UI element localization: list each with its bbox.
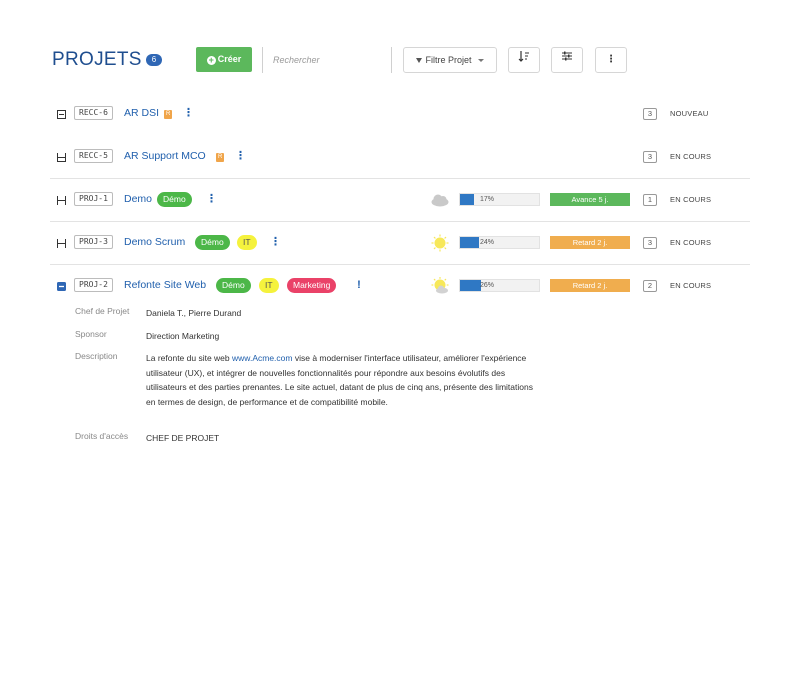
schedule-badge: Retard 2 j. <box>550 279 630 292</box>
status-label: EN COURS <box>670 195 712 204</box>
project-name[interactable]: AR Support MCO <box>124 149 206 164</box>
detail-row-access: Droits d'accès CHEF DE PROJET <box>75 431 545 447</box>
tree-branch-icon[interactable] <box>57 196 66 205</box>
detail-value: La refonte du site web www.Acme.com vise… <box>146 351 536 431</box>
minus-square-icon[interactable] <box>57 282 66 291</box>
project-name[interactable]: AR DSI <box>124 106 159 121</box>
collapse-square-icon[interactable] <box>57 110 66 119</box>
project-row[interactable]: PROJ-3 Demo Scrum Démo IT ⋮ 24% Retard 2… <box>50 221 750 263</box>
project-tag: Démo <box>157 192 192 207</box>
project-name[interactable]: Refonte Site Web <box>124 278 206 293</box>
project-tag: Démo <box>216 278 251 293</box>
count-box: 3 <box>643 151 657 163</box>
status-label: EN COURS <box>670 238 712 247</box>
page-title: PROJETS <box>52 49 142 70</box>
settings-button[interactable] <box>551 47 583 73</box>
progress-fill <box>460 280 481 291</box>
detail-label: Sponsor <box>75 329 107 339</box>
progress-percent: 17% <box>480 196 495 203</box>
project-row-expanded[interactable]: PROJ-2 Refonte Site Web Démo IT Marketin… <box>50 264 750 306</box>
progress-fill <box>460 194 474 205</box>
schedule-badge: Avance 5 j. <box>550 193 630 206</box>
filter-icon <box>415 58 422 63</box>
project-tag: Démo <box>195 235 230 250</box>
project-code: PROJ-2 <box>74 278 113 292</box>
sort-icon <box>518 51 529 62</box>
project-count-badge: 6 <box>146 54 162 66</box>
project-filter-dropdown[interactable]: Filtre Projet <box>403 47 497 73</box>
detail-row-description: Description La refonte du site web www.A… <box>75 351 545 431</box>
progress-bar: 24% <box>459 236 540 249</box>
tree-open-icon[interactable] <box>57 153 66 162</box>
count-box: 3 <box>643 237 657 249</box>
cloud-icon <box>431 194 449 207</box>
project-row[interactable]: RECC-6 AR DSI R ⋮ 3 NOUVEAU <box>50 93 750 135</box>
row-menu-icon[interactable]: ⋮ <box>183 105 194 121</box>
count-box: 1 <box>643 194 657 206</box>
project-code: RECC-6 <box>74 106 113 120</box>
page-header: PROJETS 6 +Créer Filtre Projet ⋮ <box>52 46 752 74</box>
row-menu-icon[interactable]: ⋮ <box>206 191 217 207</box>
detail-value: CHEF DE PROJET <box>146 433 220 443</box>
create-button[interactable]: + Créer <box>196 47 252 72</box>
alert-icon[interactable]: ! <box>355 277 363 293</box>
project-code: PROJ-1 <box>74 192 113 206</box>
progress-percent: 26% <box>480 282 495 289</box>
project-tag: Marketing <box>287 278 337 293</box>
kebab-icon: ⋮ <box>606 54 616 65</box>
detail-row-sponsor: Sponsor Direction Marketing <box>75 329 545 351</box>
detail-label: Droits d'accès <box>75 431 129 441</box>
more-options-button[interactable]: ⋮ <box>595 47 627 73</box>
detail-value: Daniela T., Pierre Durand <box>146 308 242 318</box>
caret-down-icon <box>478 59 485 62</box>
project-tag: R <box>216 153 225 162</box>
create-button-label: Créer <box>217 54 242 64</box>
project-row[interactable]: PROJ-1 Demo Démo ⋮ 17% Avance 5 j. 1 EN … <box>50 178 750 220</box>
sort-button[interactable] <box>508 47 540 73</box>
sliders-icon <box>562 51 572 61</box>
row-menu-icon[interactable]: ⋮ <box>235 148 246 164</box>
project-name[interactable]: Demo Scrum <box>124 235 185 250</box>
status-label: EN COURS <box>670 152 712 161</box>
row-menu-icon[interactable]: ⋮ <box>270 234 281 250</box>
detail-value: Direction Marketing <box>146 331 220 341</box>
website-link[interactable]: www.Acme.com <box>232 353 292 363</box>
count-box: 3 <box>643 108 657 120</box>
detail-label: Chef de Projet <box>75 306 130 316</box>
project-code: RECC-5 <box>74 149 113 163</box>
filter-label: Filtre Projet <box>425 55 472 65</box>
status-label: EN COURS <box>670 281 712 290</box>
project-name[interactable]: Demo <box>124 192 152 207</box>
project-row[interactable]: RECC-5 AR Support MCO R ⋮ 3 EN COURS <box>50 136 750 178</box>
project-tag: R <box>164 110 173 119</box>
progress-bar: 26% <box>459 279 540 292</box>
search-input[interactable] <box>262 47 392 73</box>
status-label: NOUVEAU <box>670 109 709 118</box>
partly-sunny-icon <box>431 277 449 294</box>
progress-percent: 24% <box>480 239 495 246</box>
project-code: PROJ-3 <box>74 235 113 249</box>
project-tag: IT <box>237 235 257 250</box>
schedule-badge: Retard 2 j. <box>550 236 630 249</box>
progress-fill <box>460 237 479 248</box>
plus-circle-icon: + <box>206 55 216 65</box>
description-text: La refonte du site web <box>146 353 233 363</box>
sun-icon <box>431 234 449 252</box>
detail-row-manager: Chef de Projet Daniela T., Pierre Durand <box>75 306 545 329</box>
project-details: Chef de Projet Daniela T., Pierre Durand… <box>75 306 545 447</box>
count-box: 2 <box>643 280 657 292</box>
tree-branch-icon[interactable] <box>57 239 66 248</box>
project-tag: IT <box>259 278 279 293</box>
detail-label: Description <box>75 351 118 361</box>
progress-bar: 17% <box>459 193 540 206</box>
